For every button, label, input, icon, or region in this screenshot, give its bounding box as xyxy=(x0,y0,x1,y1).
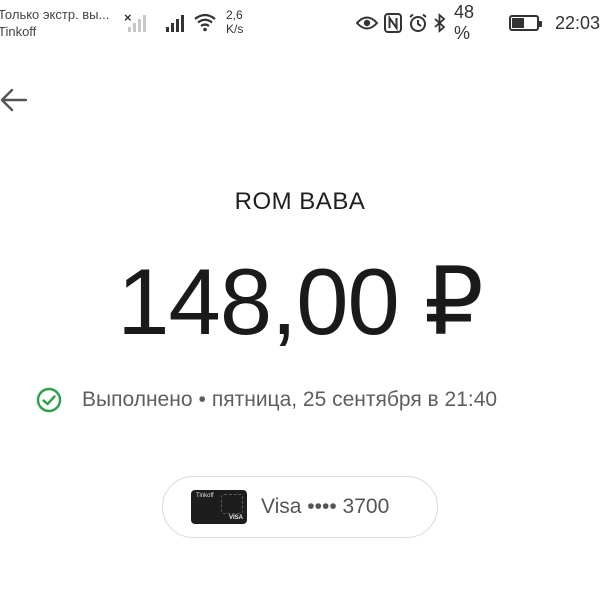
clock: 22:03 xyxy=(554,12,600,33)
card-label: Visa •••• 3700 xyxy=(261,495,390,518)
eye-icon xyxy=(356,15,378,31)
network-speed-value: 2,6 xyxy=(226,8,243,22)
merchant-name: ROM BABA xyxy=(234,188,366,215)
battery-fill xyxy=(511,18,525,28)
payment-status: Выполнено • пятница, 25 сентября в 21:40 xyxy=(36,386,497,414)
status-separator: • xyxy=(198,388,206,411)
nfc-icon xyxy=(384,13,402,33)
signal-sim1-icon xyxy=(166,14,184,32)
card-brand: Tinkoff xyxy=(196,493,214,499)
battery-icon xyxy=(508,15,542,31)
card-network-logo: VISA xyxy=(228,515,243,521)
network-speed-unit: K/s xyxy=(226,22,244,36)
wifi-icon xyxy=(193,12,217,37)
card-pattern xyxy=(221,494,243,514)
signal-sim2-icon xyxy=(128,14,146,32)
system-icons: 48 % 22:03 xyxy=(356,2,600,43)
status-bar: Только экстр. вы... Tinkoff × 2,6 K/s 48… xyxy=(0,0,600,44)
notification-title: Только экстр. вы... xyxy=(0,7,110,22)
card-thumbnail: Tinkoff VISA xyxy=(191,490,247,524)
arrow-left-icon xyxy=(0,86,28,119)
back-button[interactable] xyxy=(0,84,30,120)
alarm-icon xyxy=(408,13,428,33)
network-speed: 2,6 K/s xyxy=(226,8,243,36)
check-circle-icon xyxy=(36,387,62,413)
bluetooth-icon xyxy=(434,13,446,33)
battery-percent: 48 % xyxy=(454,2,475,43)
status-text: Выполнено xyxy=(82,388,193,411)
payment-date: пятница, 25 сентября в 21:40 xyxy=(211,388,498,411)
card-selector[interactable]: Tinkoff VISA Visa •••• 3700 xyxy=(162,476,438,538)
payment-amount: 148,00 ₽ xyxy=(117,249,483,354)
notification-app: Tinkoff xyxy=(0,24,37,39)
notification-preview[interactable]: Только экстр. вы... Tinkoff xyxy=(0,6,109,40)
